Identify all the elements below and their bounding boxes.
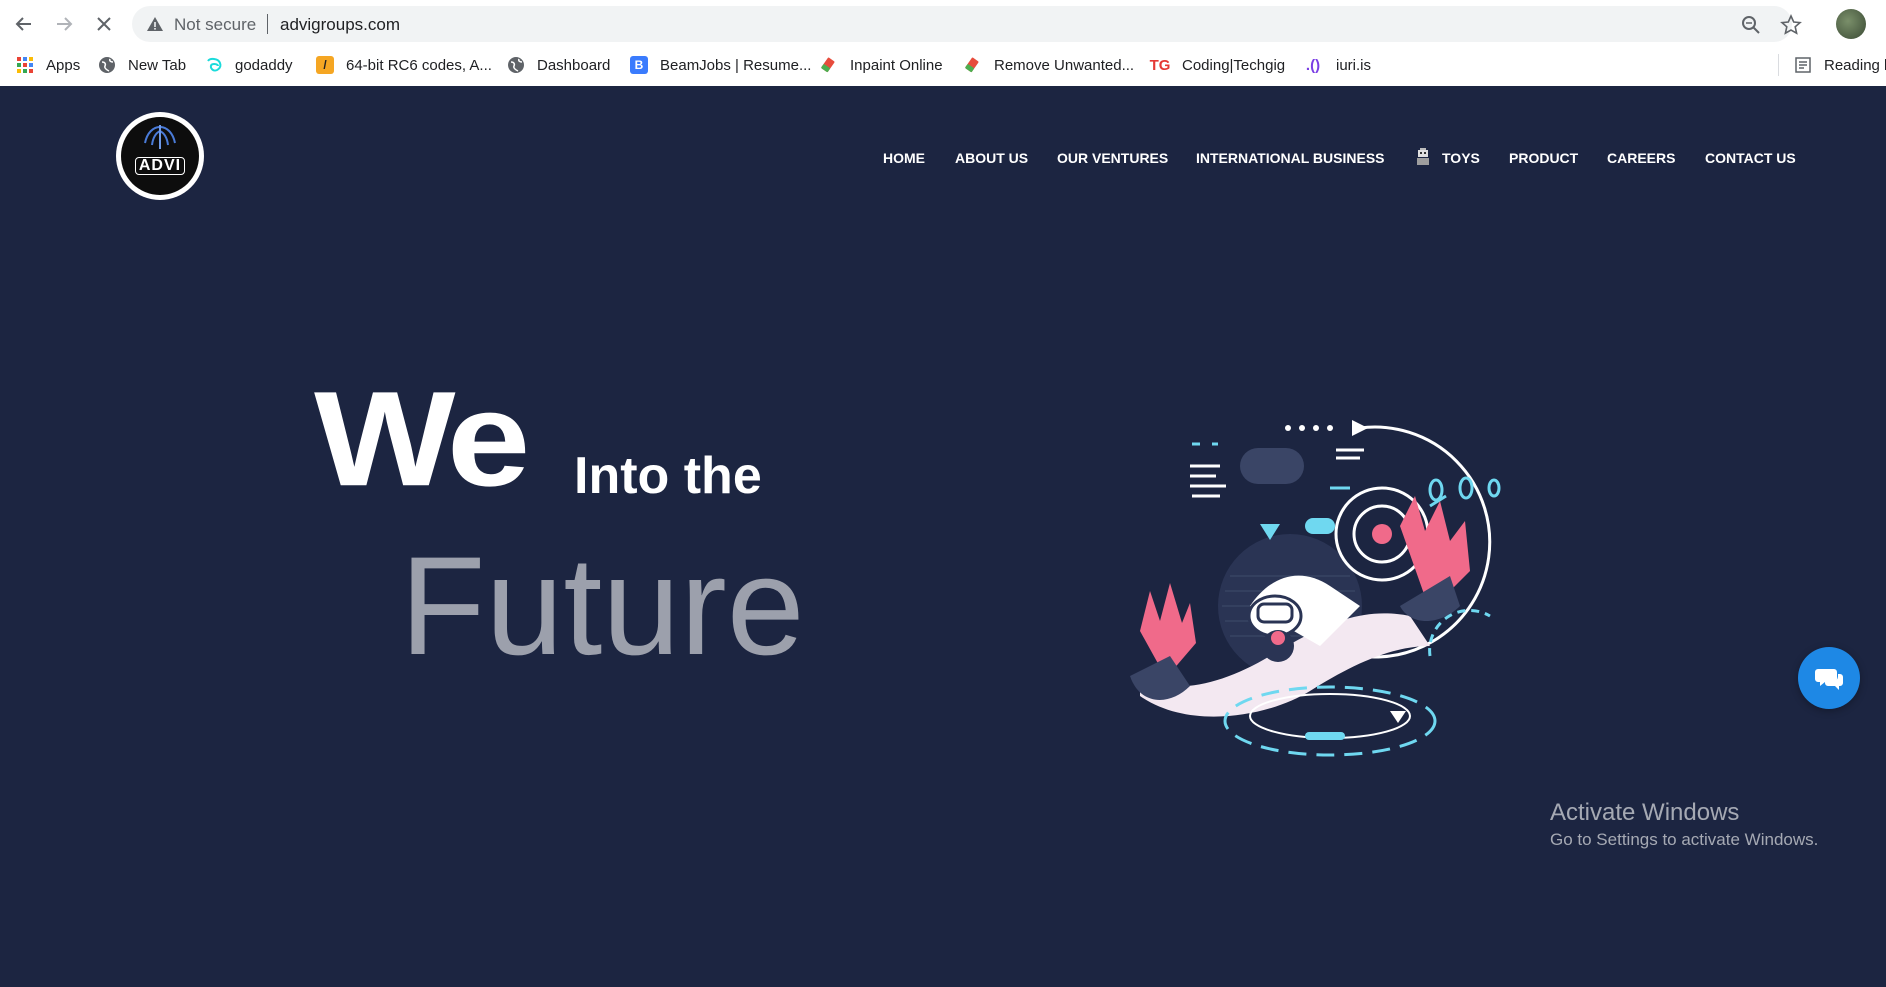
bookmark-label: New Tab (128, 56, 187, 74)
forward-button[interactable] (50, 10, 78, 38)
browser-chrome: Not secure advigroups.com Apps New Tab g… (0, 0, 1886, 86)
nav-contact-us[interactable]: CONTACT US (1705, 148, 1796, 168)
back-button[interactable] (10, 10, 38, 38)
nav-our-ventures[interactable]: OUR VENTURES (1057, 148, 1168, 168)
reading-list-label: Reading li (1824, 56, 1886, 74)
nav-home[interactable]: HOME (883, 148, 925, 168)
nav-careers[interactable]: CAREERS (1607, 148, 1675, 168)
bookmark-remove-unwanted[interactable]: Remove Unwanted... (964, 54, 1134, 76)
bookmark-label: Remove Unwanted... (994, 56, 1135, 74)
iuri-icon: .() (1305, 56, 1321, 74)
bookmark-techgig[interactable]: TG Coding|Techgig (1149, 54, 1286, 76)
eraser-icon (964, 56, 982, 74)
nav-international-business[interactable]: INTERNATIONAL BUSINESS (1196, 148, 1385, 168)
stop-loading-button[interactable] (90, 10, 118, 38)
nav-label: TOYS (1442, 150, 1480, 166)
nav-label: PRODUCT (1509, 150, 1579, 166)
watermark-title: Activate Windows (1550, 799, 1740, 826)
close-icon (97, 17, 111, 31)
star-icon[interactable] (1780, 14, 1802, 36)
bookmark-apps[interactable]: Apps (16, 54, 80, 76)
bookmark-iuri[interactable]: .() iuri.is (1302, 54, 1371, 76)
windows-activation-watermark: Activate Windows Go to Settings to activ… (1550, 798, 1818, 852)
bookmark-label: 64-bit RC6 codes, A... (346, 56, 492, 74)
nav-label: HOME (883, 150, 925, 166)
warning-icon (147, 17, 163, 31)
bookmark-label: Apps (46, 56, 81, 74)
divider (267, 14, 268, 34)
logo-emblem: ADVI (121, 117, 199, 195)
nav-label: CAREERS (1607, 150, 1676, 166)
security-status[interactable]: Not secure (174, 15, 256, 35)
techgig-icon: TG (1149, 56, 1171, 74)
bookmark-rc6[interactable]: / 64-bit RC6 codes, A... (316, 54, 492, 76)
vr-hero-illustration (1130, 420, 1501, 757)
hero-heading-we: We (314, 362, 530, 515)
hero-heading-into-the: Into the (574, 447, 762, 505)
logo-text: ADVI (134, 157, 186, 175)
url-text[interactable]: advigroups.com (280, 15, 400, 35)
bookmarks-bar: Apps New Tab godaddy / 64-bit RC6 codes,… (0, 50, 1886, 80)
profile-avatar[interactable] (1836, 9, 1866, 39)
bookmark-label: Dashboard (537, 56, 611, 74)
bookmark-inpaint[interactable]: Inpaint Online (820, 54, 943, 76)
reading-list[interactable]: Reading li (1794, 54, 1886, 76)
bookmark-dashboard[interactable]: Dashboard (507, 54, 610, 76)
nav-label: ABOUT US (955, 150, 1029, 166)
bookmark-new-tab[interactable]: New Tab (98, 54, 186, 76)
zoom-icon[interactable] (1740, 14, 1762, 36)
nav-product[interactable]: PRODUCT (1509, 148, 1578, 168)
apps-grid-icon (16, 56, 34, 74)
eraser-icon (820, 56, 838, 74)
bookmark-beamjobs[interactable]: B BeamJobs | Resume... (630, 54, 811, 76)
logo-wings-icon (144, 125, 176, 149)
hero-heading-future: Future (400, 527, 805, 684)
bookmark-label: godaddy (235, 56, 293, 74)
bookmark-label: Inpaint Online (850, 56, 943, 74)
bookmark-label: BeamJobs | Resume... (660, 56, 812, 74)
nav-toys[interactable]: TOYS (1414, 148, 1480, 168)
watermark-subtitle: Go to Settings to activate Windows. (1550, 830, 1819, 849)
nav-about-us[interactable]: ABOUT US (955, 148, 1028, 168)
chat-button[interactable] (1798, 647, 1860, 709)
arrow-left-icon (15, 17, 31, 31)
nav-label: OUR VENTURES (1057, 150, 1169, 166)
divider (1778, 54, 1779, 76)
bookmark-label: iuri.is (1336, 56, 1372, 74)
bookmark-godaddy[interactable]: godaddy (205, 54, 293, 76)
address-bar[interactable]: Not secure advigroups.com (132, 6, 1802, 42)
nav-label: INTERNATIONAL BUSINESS (1196, 150, 1385, 166)
site-logo[interactable]: ADVI (116, 112, 204, 200)
chat-bubbles-icon (1815, 669, 1843, 690)
beamjobs-icon: B (630, 56, 648, 74)
nav-label: CONTACT US (1705, 150, 1796, 166)
bookmark-label: Coding|Techgig (1182, 56, 1286, 74)
reading-list-icon (1794, 56, 1812, 74)
globe-icon (507, 56, 525, 74)
arrow-right-icon (57, 17, 73, 31)
bookmark-favicon-icon: / (316, 56, 334, 74)
toy-robot-icon (1417, 148, 1429, 165)
godaddy-icon (205, 56, 223, 74)
globe-icon (98, 56, 116, 74)
